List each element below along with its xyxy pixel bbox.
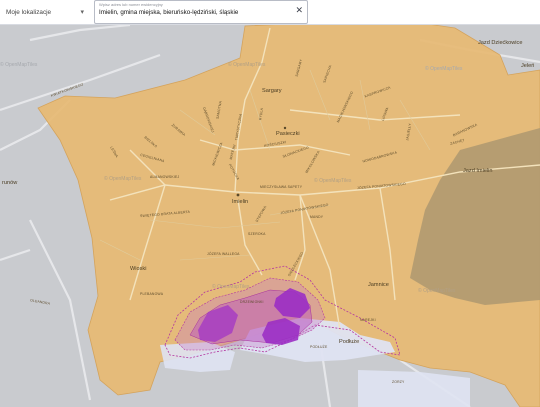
openmaptiles-watermark: © OpenMapTiles: [0, 62, 38, 68]
street-label: PODŁUŻE: [310, 345, 328, 349]
street-label: PLEBANOWA: [140, 292, 164, 296]
search-value: Imielin, gmina miejska, bieruńsko-lędziń…: [99, 9, 239, 16]
search-caption: Wpisz adres lub numer ewidencyjny: [99, 2, 163, 7]
address-search-input[interactable]: Wpisz adres lub numer ewidencyjny Imieli…: [94, 0, 308, 24]
pasieczki-marker: [283, 126, 287, 130]
street-label: NAREJKI: [360, 318, 376, 322]
place-label-sargary: Sargary: [262, 88, 282, 94]
openmaptiles-watermark: © OpenMapTiles: [228, 62, 266, 68]
place-label-podluze: Podłuże: [339, 339, 360, 345]
place-label-runow: runów: [2, 180, 18, 186]
openmaptiles-watermark: © OpenMapTiles: [314, 178, 352, 184]
location-select[interactable]: Moje lokalizacje ▾: [4, 6, 86, 20]
top-bar: Moje lokalizacje ▾ Wpisz adres lub numer…: [0, 0, 540, 25]
openmaptiles-watermark: © OpenMapTiles: [425, 66, 463, 72]
street-label: ZORZY: [392, 380, 405, 384]
close-icon[interactable]: ✕: [295, 5, 303, 15]
chevron-down-icon: ▾: [80, 9, 84, 16]
place-label-jelen: Jeleń: [521, 63, 535, 69]
street-label: SZEROKA: [248, 232, 266, 236]
street-label: MIECZYSŁAWA SAPETY: [260, 185, 303, 189]
openmaptiles-watermark: © OpenMapTiles: [104, 176, 142, 182]
street-label: JÓZEFA WALLEGA: [207, 252, 240, 256]
openmaptiles-watermark: © OpenMapTiles: [212, 284, 250, 290]
place-label-jamnice: Jamnice: [368, 282, 389, 288]
map-canvas[interactable]: [0, 0, 540, 407]
openmaptiles-watermark: © OpenMapTiles: [418, 288, 456, 294]
street-label: MANDY: [310, 215, 324, 219]
place-label-pasieczki: Pasieczki: [276, 131, 300, 137]
street-label: DRZEWIONKI: [240, 300, 264, 304]
place-label-jazd-imielin: Jazd Imielin: [463, 168, 493, 174]
place-label-jazd-dzieckowice: Jazd Dziećkowice: [478, 40, 523, 46]
place-label-imielin: Imielin: [232, 199, 249, 205]
place-label-wioski: Wioski: [130, 266, 147, 272]
location-select-label: Moje lokalizacje: [6, 9, 52, 16]
street-label: ALMANOWSKIEJ: [150, 175, 180, 179]
imielin-marker: [236, 193, 240, 197]
map-page: Moje lokalizacje ▾ Wpisz adres lub numer…: [0, 0, 540, 407]
